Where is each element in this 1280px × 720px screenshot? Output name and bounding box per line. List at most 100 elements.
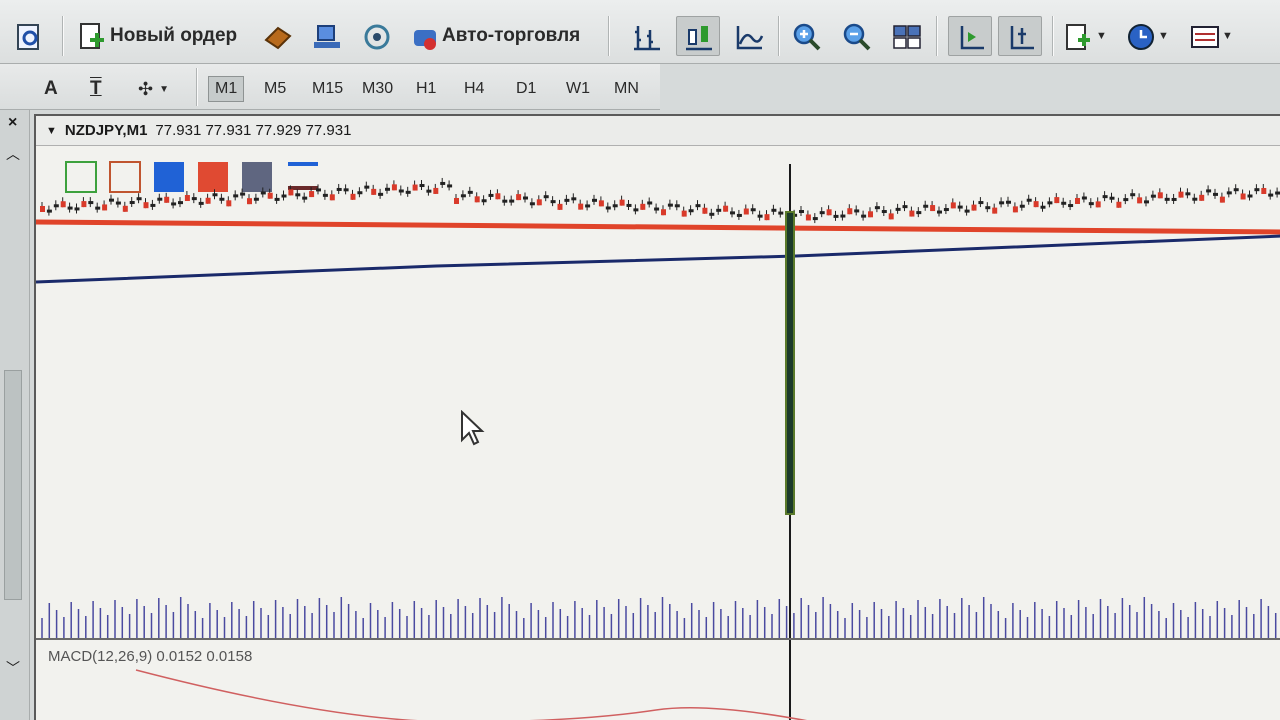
tf-w1[interactable]: W1 xyxy=(560,76,596,102)
tf-d1[interactable]: D1 xyxy=(510,76,542,102)
tf-m1[interactable]: M1 xyxy=(208,76,245,102)
candle-body xyxy=(516,194,522,201)
candle-body xyxy=(881,210,887,214)
chart-shift-button[interactable] xyxy=(998,16,1042,56)
indicators-button[interactable]: ▼ xyxy=(1064,16,1107,56)
candle-body xyxy=(805,214,811,221)
bar-chart-icon xyxy=(632,22,660,51)
chart-title-bar: ▼ NZDJPY,M1 77.931 77.931 77.929 77.931 xyxy=(36,116,1280,146)
legend-swatch xyxy=(154,162,184,192)
candle-body xyxy=(909,210,915,217)
chevron-down-icon[interactable]: ▼ xyxy=(46,125,57,137)
tf-m15[interactable]: M15 xyxy=(306,76,349,102)
price-chart[interactable] xyxy=(36,150,1280,720)
terminal-icon xyxy=(312,22,340,50)
ma-red-line xyxy=(36,219,1280,235)
chevron-down-icon: ▼ xyxy=(1096,30,1107,42)
periods-button[interactable]: ▼ xyxy=(1126,16,1169,56)
print-preview-button[interactable] xyxy=(14,16,42,56)
candle-body xyxy=(357,191,363,195)
line-chart-icon xyxy=(734,22,764,50)
tf-mn[interactable]: MN xyxy=(608,76,645,102)
candle-body xyxy=(281,194,287,198)
legend-swatch xyxy=(109,161,141,193)
legend-swatch xyxy=(288,162,318,166)
candle-body xyxy=(626,203,632,207)
market-watch-button[interactable] xyxy=(262,16,292,56)
candle-body xyxy=(502,199,508,203)
candle-body xyxy=(46,209,52,213)
autoscroll-button[interactable] xyxy=(948,16,992,56)
bar-chart-button[interactable] xyxy=(632,16,660,56)
tile-windows-button[interactable] xyxy=(892,16,921,56)
terminal-button[interactable] xyxy=(312,16,340,56)
candle-body xyxy=(992,207,998,214)
candle-body xyxy=(840,214,846,218)
candle-body xyxy=(695,204,701,208)
close-icon[interactable]: × xyxy=(8,114,17,132)
candle-body xyxy=(819,211,825,215)
chart-window[interactable]: ▼ NZDJPY,M1 77.931 77.931 77.929 77.931 … xyxy=(34,114,1280,720)
candle-body xyxy=(716,208,722,212)
candle-body xyxy=(895,207,901,211)
zoom-in-button[interactable] xyxy=(792,16,821,56)
candle-body xyxy=(1199,194,1205,201)
text-label-tool[interactable]: T xyxy=(84,76,108,102)
candle-body xyxy=(198,201,204,205)
arrows-tool[interactable]: ✣ ▼ xyxy=(132,76,175,102)
templates-button[interactable]: ▼ xyxy=(1190,16,1233,56)
candle-body xyxy=(1061,201,1067,205)
candle-body xyxy=(1068,204,1074,208)
candle-body xyxy=(1040,205,1046,209)
candle-body xyxy=(460,194,466,198)
candle-body xyxy=(1240,193,1246,200)
candle-body xyxy=(1019,204,1025,208)
candle-body xyxy=(681,210,687,217)
text-tool[interactable]: A xyxy=(38,76,64,102)
candle-body xyxy=(1268,193,1274,197)
line-chart-button[interactable] xyxy=(734,16,764,56)
candle-body xyxy=(950,202,956,209)
macd-separator[interactable] xyxy=(36,638,1280,640)
tf-h4[interactable]: H4 xyxy=(458,76,490,102)
candle-body xyxy=(916,211,922,215)
candle-body xyxy=(157,197,163,201)
candle-body xyxy=(1123,198,1129,202)
print-preview-icon xyxy=(14,22,42,50)
candle-chart-icon xyxy=(684,22,712,51)
scrollbar-thumb[interactable] xyxy=(4,370,22,600)
candle-body xyxy=(964,209,970,213)
candle-body xyxy=(467,190,473,194)
candle-body xyxy=(847,208,853,215)
candle-body xyxy=(1026,198,1032,202)
candle-body xyxy=(1171,197,1177,201)
candle-chart-button[interactable] xyxy=(676,16,720,56)
candle-body xyxy=(1192,197,1198,201)
candle-body xyxy=(350,193,356,200)
candle-body xyxy=(115,201,121,205)
candle-body xyxy=(667,203,673,207)
candle-body xyxy=(481,199,487,203)
candle-body xyxy=(943,208,949,212)
candle-body xyxy=(688,209,694,213)
tf-m30[interactable]: M30 xyxy=(356,76,399,102)
candle-body xyxy=(1164,197,1170,201)
zoom-out-button[interactable] xyxy=(842,16,871,56)
candle-body xyxy=(771,208,777,212)
candle-body xyxy=(612,204,618,208)
candle-body xyxy=(888,213,894,220)
new-order-button[interactable]: Новый ордер xyxy=(78,16,237,56)
tf-m5[interactable]: M5 xyxy=(258,76,292,102)
scroll-down-icon[interactable]: ﹀ xyxy=(6,658,20,678)
signals-button[interactable] xyxy=(362,16,390,56)
candle-body xyxy=(81,201,87,208)
zoom-in-icon xyxy=(792,22,821,51)
candle-body xyxy=(454,197,459,204)
candle-body xyxy=(412,184,418,191)
candle-body xyxy=(1233,188,1239,192)
scroll-up-icon[interactable]: ︿ xyxy=(6,144,20,164)
candle-body xyxy=(322,193,328,197)
autotrading-button[interactable]: Авто-торговля xyxy=(410,16,580,56)
tf-h1[interactable]: H1 xyxy=(410,76,442,102)
candle-body xyxy=(191,197,197,201)
